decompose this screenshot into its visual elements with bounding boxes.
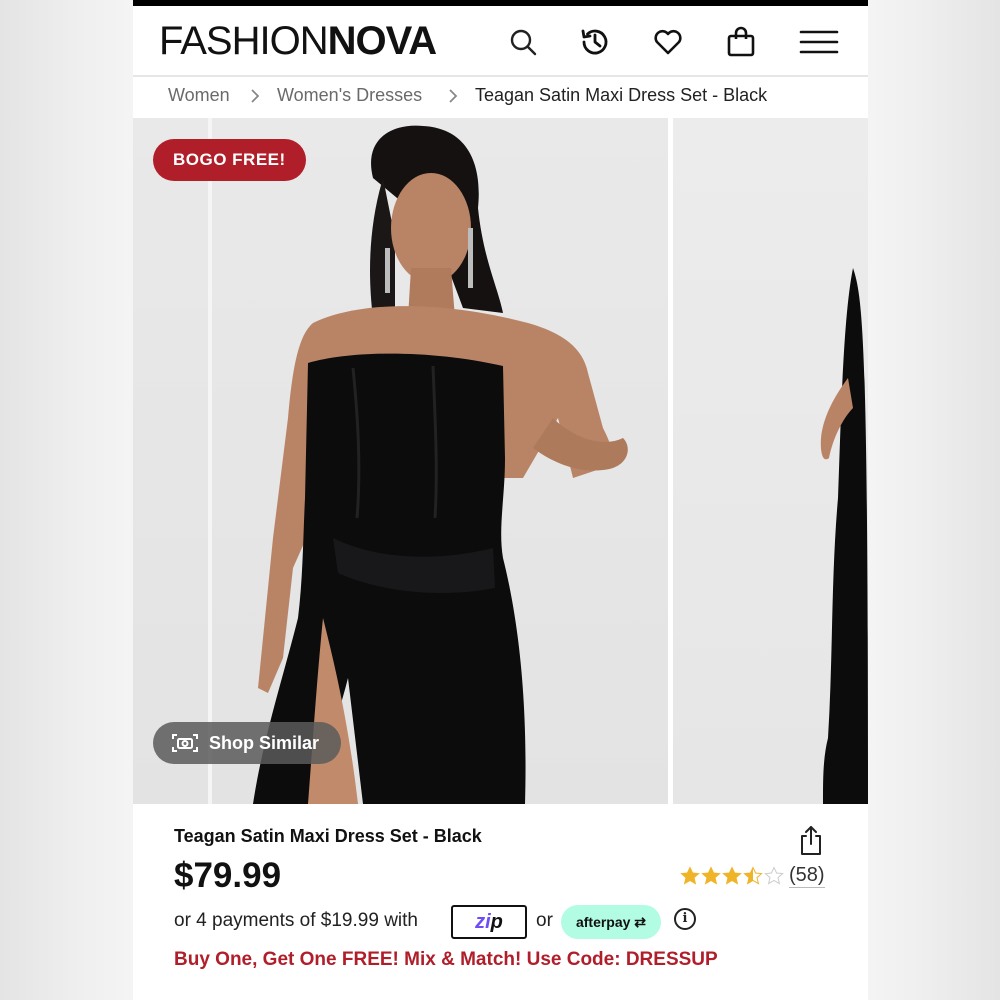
zip-pay-button[interactable]: zip	[451, 905, 527, 939]
breadcrumb-womens-dresses[interactable]: Women's Dresses	[277, 85, 422, 106]
product-title: Teagan Satin Maxi Dress Set - Black	[174, 826, 482, 846]
product-photo-secondary[interactable]	[673, 118, 868, 804]
promo-text: Buy One, Get One FREE! Mix & Match! Use …	[174, 949, 718, 970]
model-side-view-image	[820, 268, 868, 804]
star-icon	[722, 866, 742, 891]
product-price: $79.99	[174, 856, 282, 895]
logo-text-thin: FASHION	[159, 19, 329, 63]
breadcrumb-current-product: Teagan Satin Maxi Dress Set - Black	[475, 85, 768, 105]
chevron-right-icon	[251, 89, 260, 103]
or-text: or	[536, 910, 553, 931]
star-icon	[743, 866, 763, 891]
chevron-right-icon	[449, 89, 458, 103]
star-icon	[680, 866, 700, 891]
star-rating[interactable]	[680, 866, 784, 891]
installment-text: or 4 payments of $19.99 with	[174, 910, 418, 931]
fashion-nova-logo[interactable]: FASHIONNOVA	[159, 19, 438, 63]
share-icon[interactable]	[797, 824, 825, 856]
camera-icon	[172, 734, 198, 752]
model-in-black-dress-image	[253, 125, 628, 804]
star-icon	[764, 866, 784, 891]
site-header: FASHIONNOVA	[133, 6, 868, 74]
info-icon[interactable]: i	[674, 908, 696, 930]
logo-text-bold: NOVA	[327, 19, 438, 63]
heart-icon[interactable]	[650, 24, 686, 60]
shop-similar-button[interactable]: Shop Similar	[153, 722, 341, 764]
star-icon	[701, 866, 721, 891]
search-icon[interactable]	[505, 24, 541, 60]
app-frame: FASHIONNOVA Women Women's Dresses Teagan…	[133, 0, 868, 1000]
bogo-free-badge: BOGO FREE!	[153, 139, 306, 181]
breadcrumb: Women Women's Dresses Teagan Satin Maxi …	[133, 75, 868, 117]
history-icon[interactable]	[577, 24, 613, 60]
product-gallery[interactable]: BOGO FREE! Shop Similar	[133, 118, 868, 804]
product-info: Teagan Satin Maxi Dress Set - Black $79.…	[133, 804, 868, 1000]
afterpay-label: afterpay	[575, 914, 631, 930]
product-photo-main[interactable]: BOGO FREE! Shop Similar	[133, 118, 668, 804]
bag-icon[interactable]	[723, 24, 759, 60]
afterpay-button[interactable]: afterpay ⇄	[561, 905, 661, 939]
review-count-link[interactable]: (58)	[789, 864, 825, 888]
shop-similar-label: Shop Similar	[209, 732, 320, 753]
breadcrumb-women[interactable]: Women	[168, 85, 230, 106]
menu-icon[interactable]	[797, 24, 841, 60]
